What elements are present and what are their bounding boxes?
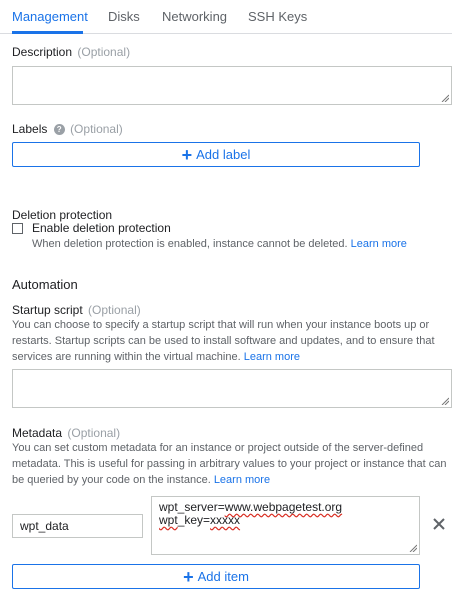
add-label-button[interactable]: + Add label [12,142,420,167]
tab-networking[interactable]: Networking [162,9,227,24]
metadata-description: You can set custom metadata for an insta… [12,442,447,486]
active-tab-indicator [12,31,83,34]
startup-script-textarea[interactable] [12,369,452,408]
tab-bar: Management Disks Networking SSH Keys [0,0,452,34]
description-textarea[interactable] [12,66,452,105]
plus-icon: + [181,144,193,165]
labels-optional: (Optional) [70,122,123,136]
deletion-protection-checkbox[interactable] [12,223,23,234]
metadata-key-input[interactable]: wpt_data [12,514,143,538]
automation-title: Automation [12,277,78,292]
labels-label: Labels ? (Optional) [12,122,123,136]
resize-grip-icon[interactable] [409,544,417,552]
add-item-button[interactable]: + Add item [12,564,420,589]
metadata-value-textarea[interactable]: wpt_server=www.webpagetest.org wpt_key=x… [151,496,420,555]
metadata-value-host: www.webpagetest.org [224,500,343,514]
metadata-label: Metadata (Optional) [12,426,121,440]
startup-script-optional: (Optional) [88,303,141,317]
deletion-protection-hint: When deletion protection is enabled, ins… [32,238,407,250]
help-icon[interactable]: ? [53,124,65,136]
description-label: Description (Optional) [12,45,131,59]
resize-grip-icon[interactable] [441,94,449,102]
add-item-text: Add item [197,569,249,584]
metadata-optional: (Optional) [67,426,121,440]
resize-grip-icon[interactable] [441,397,449,405]
deletion-learn-more-link[interactable]: Learn more [351,238,407,250]
add-label-text: Add label [196,147,251,162]
tab-ssh-keys[interactable]: SSH Keys [248,9,307,24]
tab-disks[interactable]: Disks [108,9,140,24]
startup-learn-more-link[interactable]: Learn more [244,351,300,363]
startup-script-label: Startup script (Optional) [12,303,141,317]
plus-icon: + [183,566,194,587]
description-optional: (Optional) [77,45,131,59]
close-icon[interactable] [432,517,446,531]
metadata-value-line-2: wpt_key=xxxxx [159,513,241,527]
metadata-learn-more-link[interactable]: Learn more [214,474,270,486]
tab-management[interactable]: Management [12,9,88,24]
startup-script-description: You can choose to specify a startup scri… [12,319,435,363]
deletion-protection-checkbox-label[interactable]: Enable deletion protection [32,221,171,235]
deletion-protection-title: Deletion protection [12,208,113,222]
